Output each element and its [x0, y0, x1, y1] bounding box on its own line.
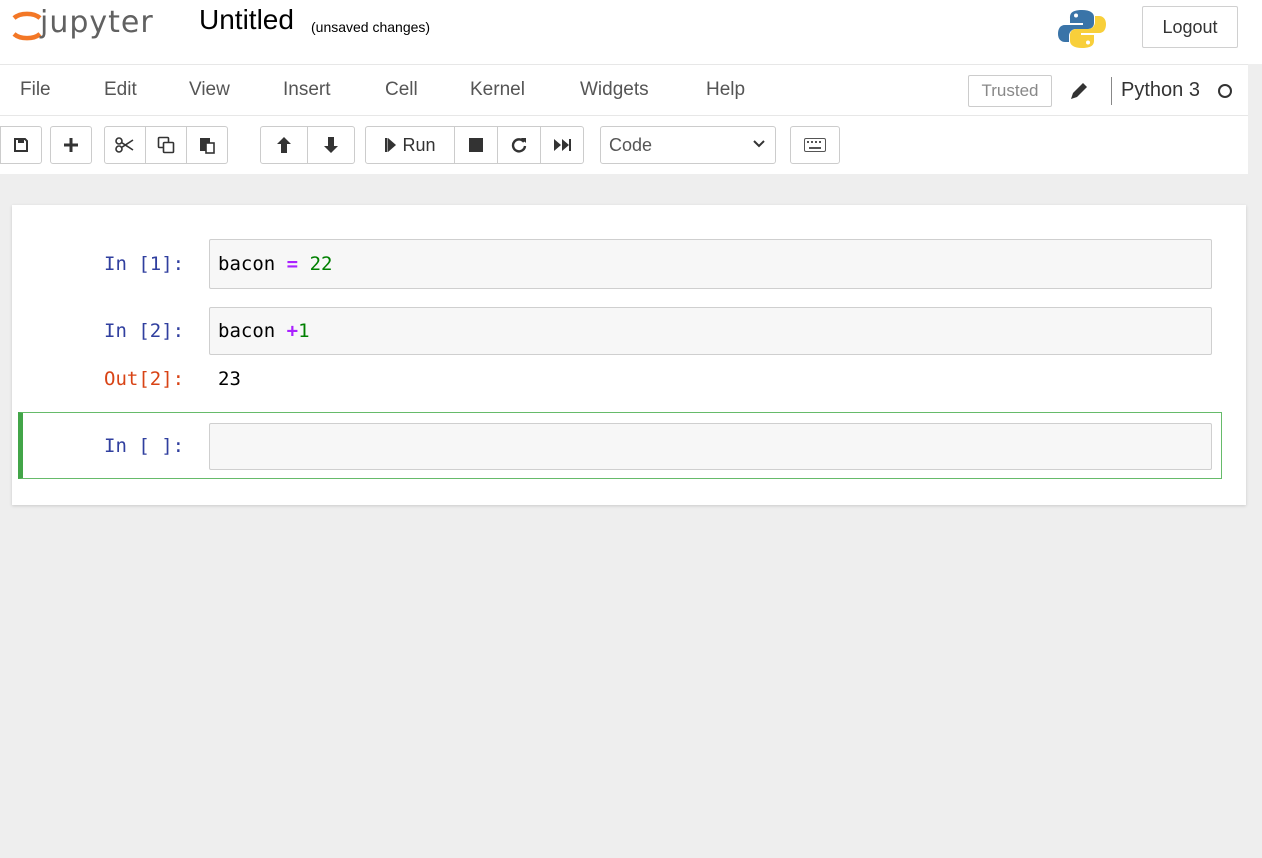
paste-icon: [200, 138, 215, 154]
keyboard-icon: [804, 138, 826, 152]
restart-icon: [511, 138, 527, 153]
move-group: [260, 126, 355, 164]
arrow-down-icon: [324, 137, 338, 153]
selected-code-cell[interactable]: In [ ]:: [18, 412, 1222, 479]
code-input[interactable]: bacon = 22: [209, 239, 1212, 289]
save-status: (unsaved changes): [311, 19, 431, 35]
output-text: 23: [218, 368, 241, 390]
save-group: [0, 126, 42, 164]
header: jupyter Untitled (unsaved changes) Logou…: [0, 0, 1262, 64]
input-prompt: In [ ]:: [104, 435, 185, 457]
copy-button[interactable]: [145, 126, 187, 164]
input-prompt: In [2]:: [104, 320, 185, 342]
menu-edit[interactable]: Edit: [104, 79, 137, 101]
cell-type-value: Code: [609, 134, 653, 155]
menu-kernel[interactable]: Kernel: [470, 79, 525, 101]
notebook-name[interactable]: Untitled: [199, 4, 294, 36]
palette-group: [790, 126, 840, 164]
code-input[interactable]: [209, 423, 1212, 470]
output-prompt: Out[2]:: [104, 368, 185, 390]
python-logo-icon: [1058, 10, 1106, 48]
edit-group: [104, 126, 228, 164]
plus-icon: [64, 138, 78, 152]
toolbar: Run Code: [0, 116, 1248, 174]
code-input[interactable]: bacon +1: [209, 307, 1212, 355]
menu-cell[interactable]: Cell: [385, 79, 418, 101]
run-icon: [385, 138, 397, 152]
menubar: File Edit View Insert Cell Kernel Widget…: [0, 64, 1248, 116]
paste-button[interactable]: [186, 126, 228, 164]
code-operator: =: [286, 253, 299, 275]
code-number: 22: [309, 253, 333, 275]
run-button[interactable]: Run: [365, 126, 455, 164]
fast-forward-icon: [554, 139, 571, 151]
pencil-icon[interactable]: [1068, 80, 1090, 102]
cut-button[interactable]: [104, 126, 146, 164]
move-up-button[interactable]: [260, 126, 308, 164]
jupyter-logo[interactable]: jupyter: [0, 2, 154, 48]
restart-run-all-button[interactable]: [540, 126, 584, 164]
menu-view[interactable]: View: [189, 79, 230, 101]
insert-group: [50, 126, 92, 164]
code-variable: bacon: [218, 253, 276, 275]
menu-insert[interactable]: Insert: [283, 79, 331, 101]
notebook-container: In [1]: bacon = 22 In [2]: bacon +1 Out[…: [12, 205, 1246, 505]
arrow-up-icon: [277, 137, 291, 153]
input-prompt: In [1]:: [104, 253, 185, 275]
code-number: 1: [298, 320, 310, 342]
code-variable: bacon: [218, 320, 276, 342]
move-down-button[interactable]: [307, 126, 355, 164]
menu-widgets[interactable]: Widgets: [580, 79, 649, 101]
kernel-divider: [1111, 77, 1112, 105]
insert-cell-button[interactable]: [50, 126, 92, 164]
code-cell[interactable]: In [2]: bacon +1 Out[2]: 23: [12, 307, 1246, 399]
restart-button[interactable]: [497, 126, 541, 164]
kernel-name[interactable]: Python 3: [1121, 79, 1200, 102]
copy-icon: [157, 136, 175, 154]
cell-type-select[interactable]: Code: [600, 126, 776, 164]
menu-help[interactable]: Help: [706, 79, 745, 101]
run-group: Run: [365, 126, 584, 164]
trusted-indicator[interactable]: Trusted: [968, 75, 1052, 107]
interrupt-button[interactable]: [454, 126, 498, 164]
save-icon: [14, 138, 28, 152]
stop-icon: [469, 138, 483, 152]
logo-text: jupyter: [40, 4, 154, 40]
command-palette-button[interactable]: [790, 126, 840, 164]
code-cell[interactable]: In [1]: bacon = 22: [12, 239, 1246, 289]
run-label: Run: [402, 134, 436, 155]
menu-file[interactable]: File: [20, 79, 51, 101]
kernel-status-icon: [1218, 84, 1232, 98]
code-operator: +: [286, 320, 299, 342]
logout-button[interactable]: Logout: [1142, 6, 1238, 48]
scissors-icon: [115, 137, 134, 153]
save-button[interactable]: [0, 126, 42, 164]
chevron-down-icon: [753, 140, 765, 148]
